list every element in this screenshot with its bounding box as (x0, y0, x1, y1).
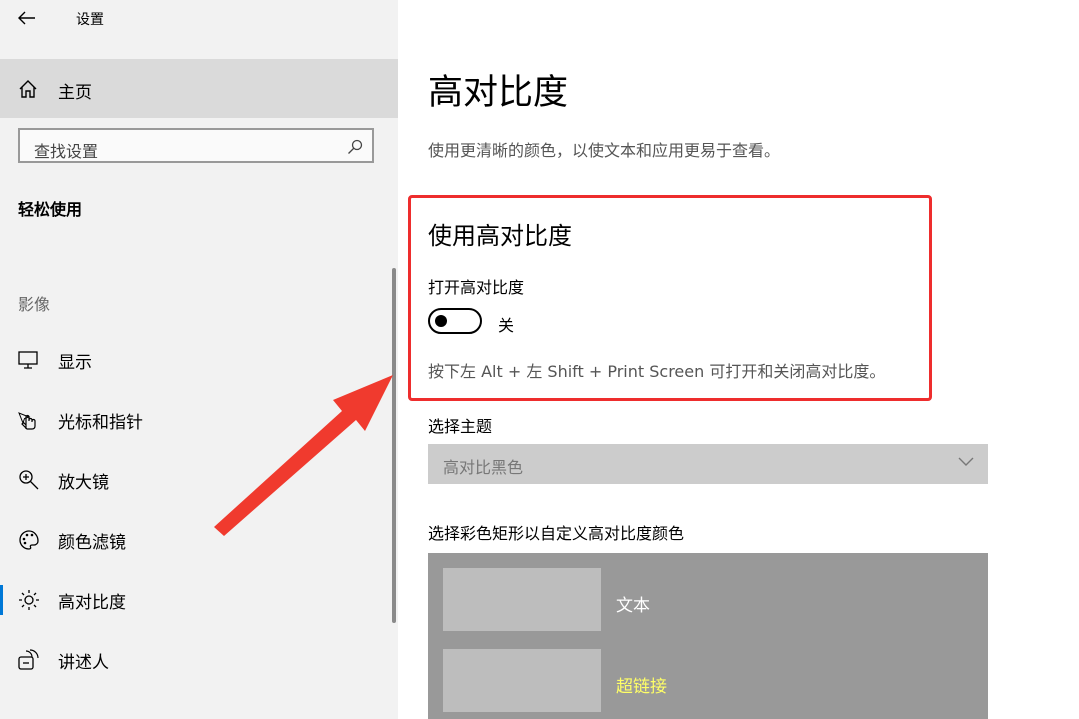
back-arrow-icon (18, 11, 35, 25)
text-color-swatch[interactable] (443, 568, 601, 631)
search-placeholder: 查找设置 (34, 142, 99, 161)
home-nav-item[interactable]: 主页 (0, 59, 398, 118)
sidebar-item-color-filters[interactable]: 颜色滤镜 (0, 515, 394, 563)
sidebar-scrollbar[interactable] (392, 268, 396, 623)
sidebar-item-label: 讲述人 (58, 653, 109, 673)
custom-colors-label: 选择彩色矩形以自定义高对比度颜色 (428, 524, 685, 543)
toggle-label: 打开高对比度 (428, 278, 525, 297)
sidebar-item-high-contrast[interactable]: 高对比度 (0, 575, 394, 623)
home-icon (19, 80, 37, 98)
palette-icon (19, 530, 39, 550)
group-label: 影像 (18, 295, 51, 314)
page-description: 使用更清晰的颜色，以使文本和应用更易于查看。 (428, 141, 781, 160)
sidebar-item-label: 放大镜 (58, 473, 109, 493)
theme-dropdown[interactable]: 高对比黑色 (428, 444, 988, 484)
back-button[interactable] (10, 5, 44, 31)
sun-icon (19, 590, 39, 610)
hyperlink-color-label: 超链接 (616, 677, 667, 697)
theme-label: 选择主题 (428, 417, 493, 436)
app-title: 设置 (76, 12, 104, 28)
sidebar-item-label: 显示 (58, 353, 92, 373)
home-label: 主页 (58, 83, 92, 103)
sidebar-item-cursor[interactable]: 光标和指针 (0, 395, 394, 443)
selection-indicator (0, 585, 3, 615)
page-title: 高对比度 (428, 73, 569, 113)
cursor-hand-icon (18, 412, 36, 430)
toggle-state: 关 (498, 316, 515, 335)
magnifier-icon (19, 470, 39, 490)
shortcut-hint: 按下左 Alt + 左 Shift + Print Screen 可打开和关闭高… (428, 362, 886, 381)
main-content: 高对比度 使用更清晰的颜色，以使文本和应用更易于查看。 使用高对比度 打开高对比… (398, 0, 1079, 719)
sidebar: 设置 主页 查找设置 轻松使用 影像 显示 光标和指针 放大镜 颜色滤镜 高对比… (0, 0, 398, 719)
theme-value: 高对比黑色 (443, 458, 524, 477)
section-title: 轻松使用 (18, 200, 83, 219)
title-bar: 设置 (0, 0, 398, 38)
high-contrast-toggle[interactable] (428, 308, 482, 334)
sidebar-item-magnifier[interactable]: 放大镜 (0, 455, 394, 503)
color-panel: 文本 超链接 (428, 553, 988, 719)
hyperlink-color-swatch[interactable] (443, 649, 601, 712)
search-input[interactable]: 查找设置 (18, 128, 374, 163)
sidebar-item-narrator[interactable]: 讲述人 (0, 635, 394, 683)
text-color-label: 文本 (616, 596, 650, 616)
sidebar-item-label: 高对比度 (58, 593, 126, 613)
narrator-icon (18, 649, 39, 670)
sidebar-item-display[interactable]: 显示 (0, 335, 394, 383)
chevron-down-icon (958, 457, 974, 466)
monitor-icon (18, 351, 38, 369)
sidebar-item-label: 光标和指针 (58, 413, 143, 433)
toggle-knob (435, 315, 447, 327)
subsection-title: 使用高对比度 (428, 222, 572, 250)
search-icon (348, 139, 363, 154)
sidebar-item-label: 颜色滤镜 (58, 533, 126, 553)
